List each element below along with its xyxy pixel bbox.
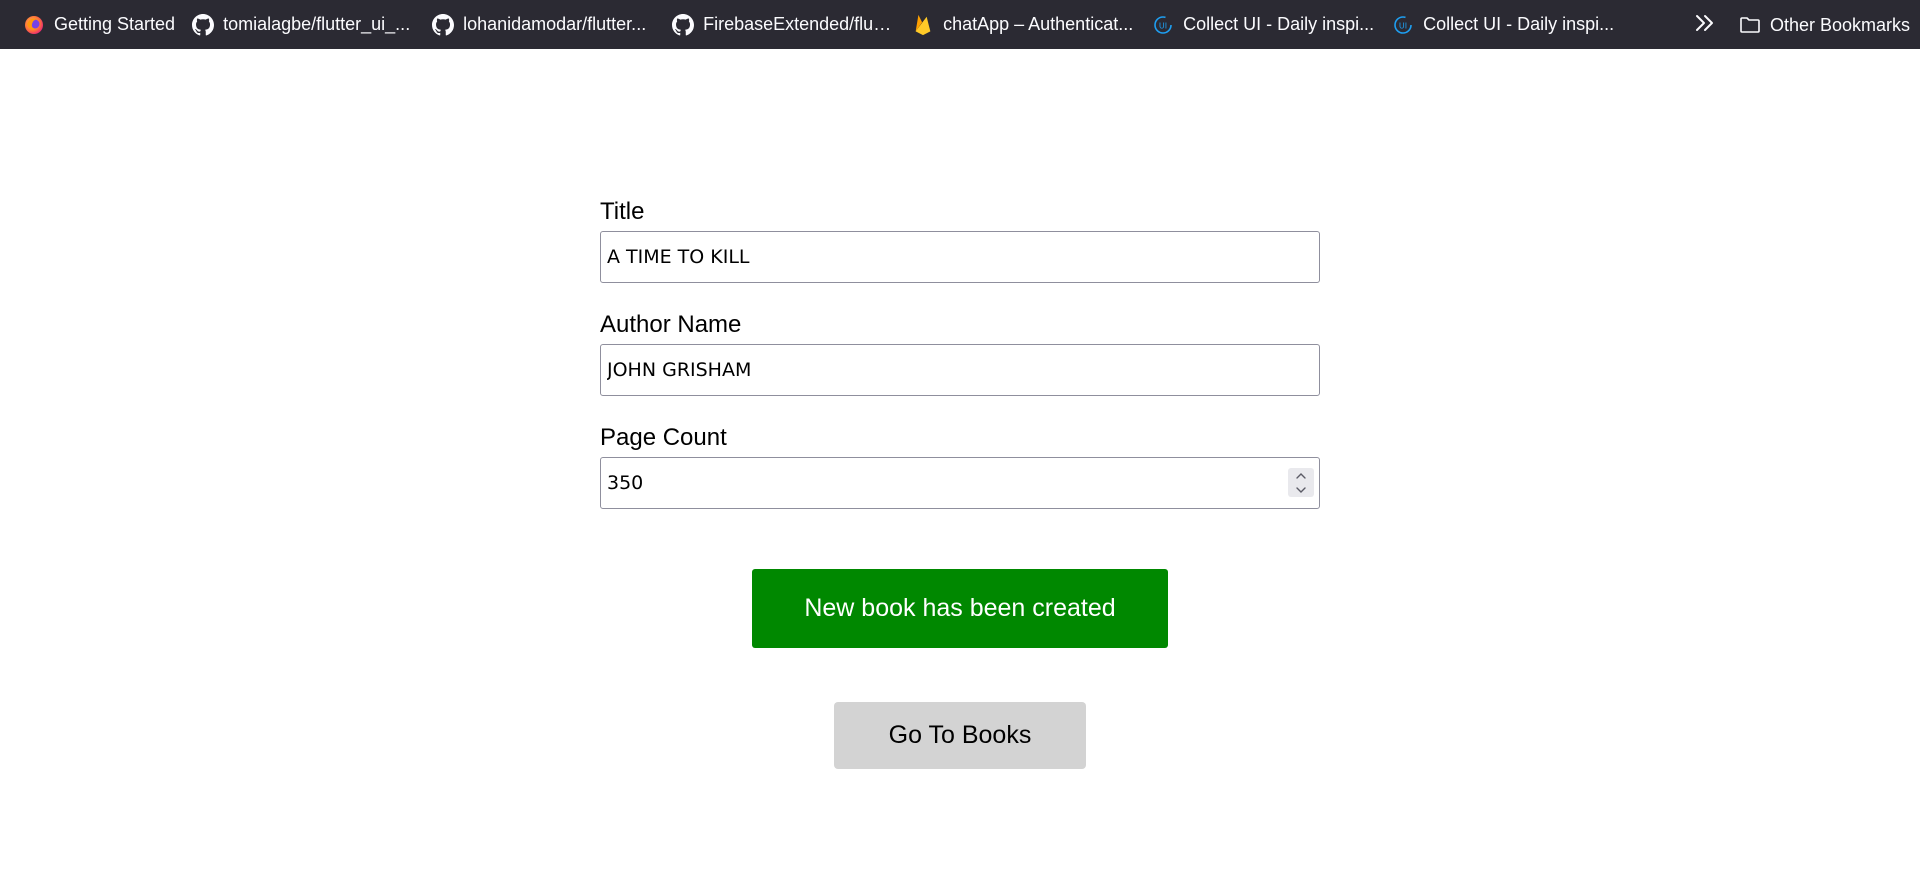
bookmark-firebaseextended[interactable]: FirebaseExtended/flutt...	[663, 6, 903, 44]
bookmark-label: lohanidamodar/flutter...	[463, 14, 647, 34]
github-icon	[431, 13, 455, 37]
bookmark-label: Collect UI - Daily inspi...	[1423, 14, 1615, 34]
page-count-label: Page Count	[600, 424, 727, 451]
book-created-status-button[interactable]: New book has been created	[752, 569, 1168, 648]
folder-icon	[1738, 13, 1762, 37]
collectui-icon: UI	[1151, 13, 1175, 37]
author-name-label: Author Name	[600, 311, 742, 338]
bookmark-label: tomialagbe/flutter_ui_...	[223, 14, 411, 34]
bookmark-collectui-1[interactable]: UI Collect UI - Daily inspi...	[1143, 6, 1383, 44]
bookmark-tomialagbe[interactable]: tomialagbe/flutter_ui_...	[183, 6, 423, 44]
author-name-input[interactable]	[600, 344, 1320, 396]
other-bookmarks-folder[interactable]: Other Bookmarks	[1730, 6, 1918, 44]
bookmark-collectui-2[interactable]: UI Collect UI - Daily inspi...	[1383, 6, 1623, 44]
title-field-group: Title	[600, 196, 1320, 283]
book-form: Title Author Name Page Count	[600, 196, 1320, 535]
page-count-input[interactable]	[600, 457, 1320, 509]
chevron-down-icon	[1295, 481, 1307, 499]
author-field-group: Author Name	[600, 309, 1320, 396]
page-count-wrapper	[600, 457, 1320, 509]
svg-text:UI: UI	[1399, 21, 1407, 30]
double-chevron-right-icon	[1694, 13, 1716, 38]
stepper-down-button[interactable]	[1288, 483, 1314, 497]
firebase-icon	[911, 13, 935, 37]
bookmark-lohanidamodar[interactable]: lohanidamodar/flutter...	[423, 6, 663, 44]
bookmark-label: Getting Started	[54, 14, 176, 34]
github-icon	[671, 13, 695, 37]
bookmarks-toolbar: Getting Started tomialagbe/flutter_ui_..…	[0, 0, 1920, 49]
github-icon	[191, 13, 215, 37]
svg-text:UI: UI	[1159, 21, 1167, 30]
title-label: Title	[600, 198, 645, 225]
collectui-icon: UI	[1391, 13, 1415, 37]
page-count-stepper[interactable]	[1288, 468, 1314, 497]
bookmark-getting-started[interactable]: Getting Started	[14, 6, 183, 44]
bookmark-label: chatApp – Authenticat...	[943, 14, 1134, 34]
bookmark-label: Collect UI - Daily inspi...	[1183, 14, 1375, 34]
go-to-books-button[interactable]: Go To Books	[834, 702, 1086, 769]
bookmark-label: Other Bookmarks	[1770, 14, 1911, 35]
title-input[interactable]	[600, 231, 1320, 283]
bookmark-chatapp[interactable]: chatApp – Authenticat...	[903, 6, 1143, 44]
firefox-icon	[22, 13, 46, 37]
page-count-field-group: Page Count	[600, 422, 1320, 509]
bookmark-label: FirebaseExtended/flutt...	[703, 14, 896, 34]
bookmarks-overflow-button[interactable]	[1688, 8, 1722, 42]
